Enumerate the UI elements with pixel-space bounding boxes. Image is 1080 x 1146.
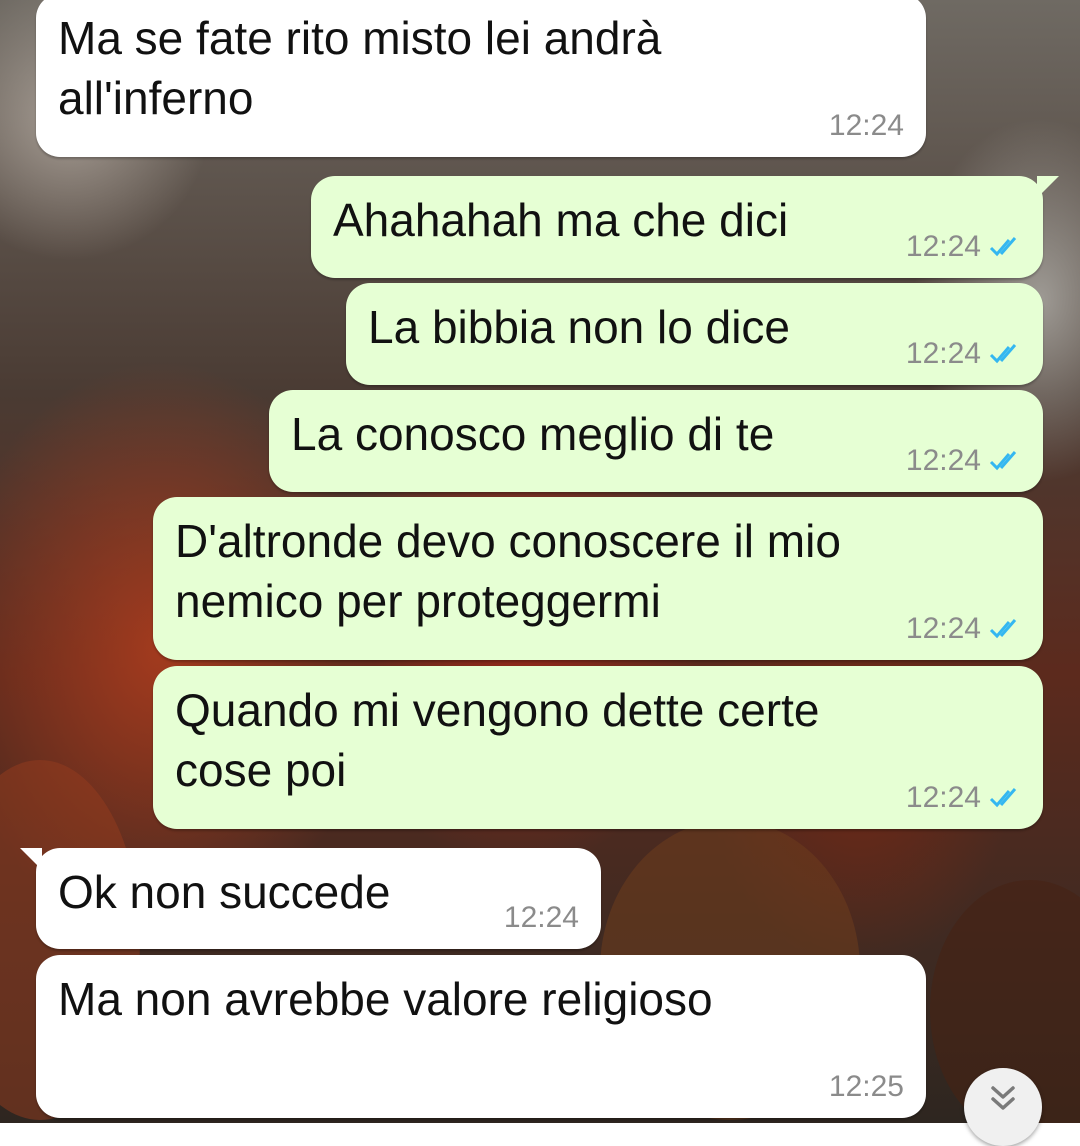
message-bubble-incoming[interactable]: Ma non avrebbe valore religioso 12:25 [36, 955, 926, 1118]
message-text: Ok non succede [58, 866, 391, 918]
double-check-icon [989, 237, 1017, 257]
message-meta: 12:24 [906, 444, 1021, 478]
message-meta: 12:24 [504, 901, 579, 935]
message-time: 12:24 [503, 901, 579, 934]
scroll-to-bottom-button[interactable] [964, 1068, 1042, 1146]
message-bubble-outgoing[interactable]: D'altronde devo conoscere il mio nemico … [153, 497, 1043, 660]
message-text: La conosco meglio di te [291, 408, 775, 460]
message-meta: 12:24 [906, 612, 1021, 646]
message-bubble-outgoing[interactable]: Quando mi vengono dette certe cose poi 1… [153, 666, 1043, 829]
message-time: 12:24 [905, 781, 981, 814]
message-meta: 12:25 [829, 1070, 904, 1104]
message-bubble-outgoing[interactable]: La conosco meglio di te 12:24 [269, 390, 1043, 492]
message-time: 12:24 [905, 444, 981, 477]
message-meta: 12:24 [829, 109, 904, 143]
double-check-icon [989, 344, 1017, 364]
message-time: 12:25 [828, 1070, 904, 1103]
message-text: D'altronde devo conoscere il mio nemico … [175, 515, 841, 627]
message-bubble-incoming[interactable]: Ma se fate rito misto lei andrà all'infe… [36, 0, 926, 157]
message-time: 12:24 [905, 337, 981, 370]
message-meta: 12:24 [906, 337, 1021, 371]
message-time: 12:24 [905, 230, 981, 263]
message-text: La bibbia non lo dice [368, 301, 790, 353]
message-bubble-incoming[interactable]: Ok non succede 12:24 [20, 848, 601, 949]
message-text: Ma se fate rito misto lei andrà all'infe… [58, 12, 662, 124]
message-meta: 12:24 [906, 781, 1021, 815]
message-text: Quando mi vengono dette certe cose poi [175, 684, 820, 796]
double-check-icon [989, 788, 1017, 808]
message-bubble-outgoing[interactable]: La bibbia non lo dice 12:24 [346, 283, 1043, 385]
message-time: 12:24 [905, 612, 981, 645]
message-text: Ahahahah ma che dici [333, 194, 789, 246]
message-text: Ma non avrebbe valore religioso [58, 973, 713, 1025]
message-meta: 12:24 [906, 230, 1021, 264]
double-chevron-down-icon [991, 1086, 1015, 1110]
message-time: 12:24 [828, 109, 904, 142]
message-bubble-outgoing[interactable]: Ahahahah ma che dici 12:24 [311, 176, 1059, 278]
double-check-icon [989, 619, 1017, 639]
double-check-icon [989, 451, 1017, 471]
